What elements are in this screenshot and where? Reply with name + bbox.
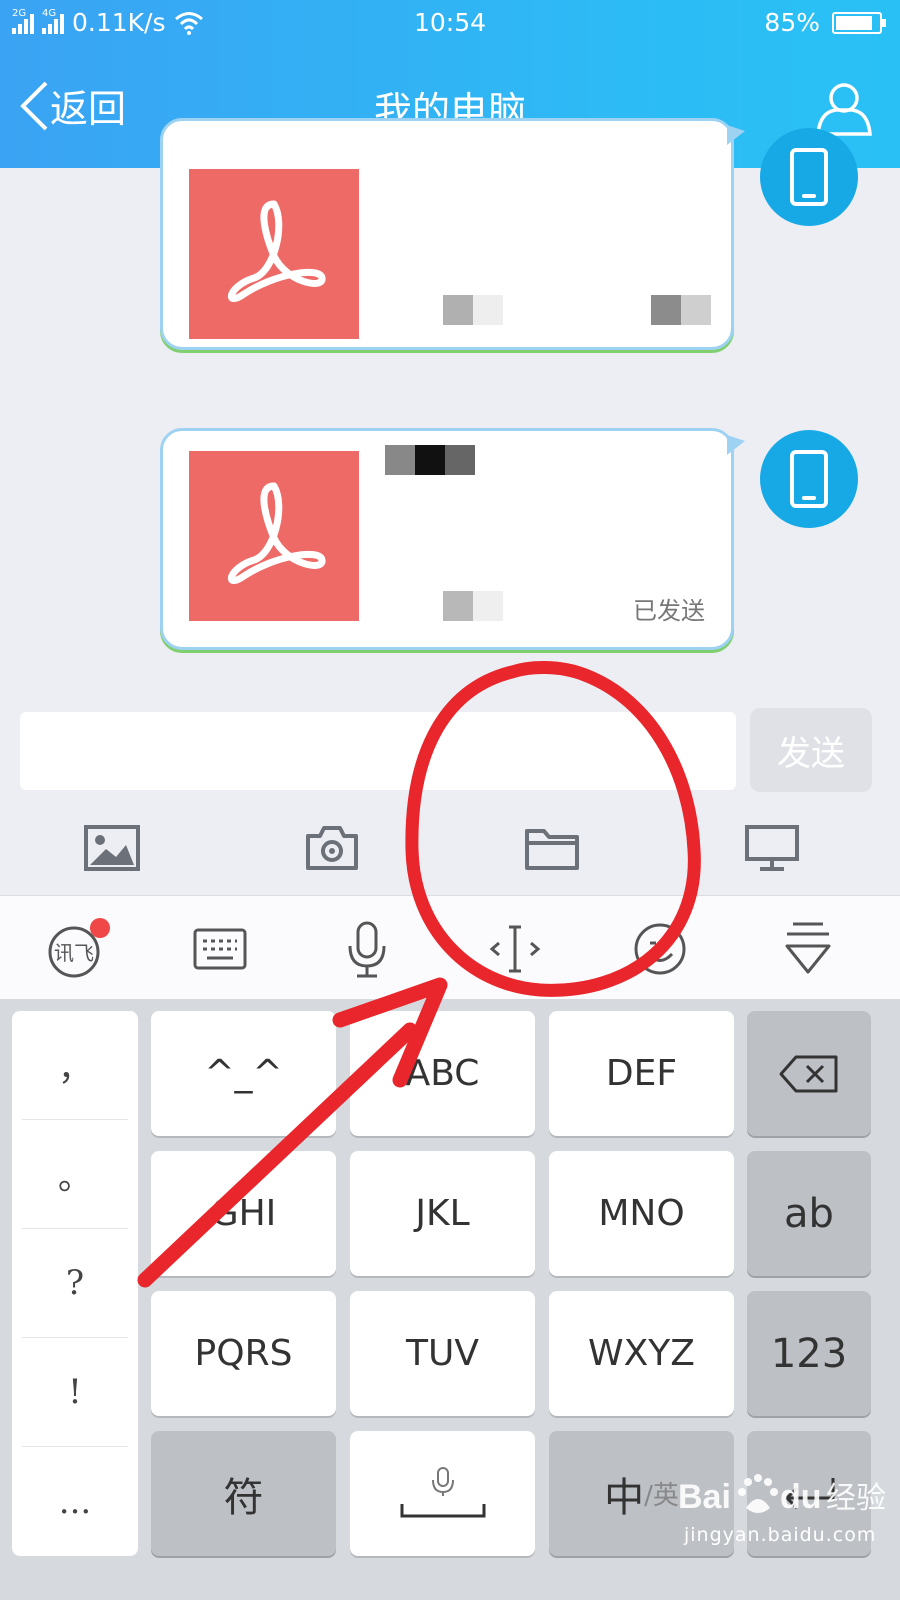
- xunfei-button[interactable]: 讯飞: [40, 914, 110, 984]
- t9-keyboard: ， 。 ? ! ... ^_^ ABC DEF GHI JKL MNO ab P…: [0, 999, 900, 1600]
- sender-avatar[interactable]: [760, 430, 858, 528]
- punctuation-column: ， 。 ? ! ...: [12, 1011, 138, 1556]
- cursor-icon: [489, 925, 541, 973]
- user-icon: [816, 83, 872, 136]
- hide-keyboard-button[interactable]: [773, 914, 843, 984]
- back-label: 返回: [50, 87, 127, 131]
- camera-button[interactable]: [282, 800, 382, 895]
- space-mic-icon: [400, 1466, 485, 1517]
- attachment-toolbar: [0, 800, 900, 895]
- message-status: 已发送: [633, 597, 705, 625]
- keyboard-toolbar: 讯飞: [0, 895, 900, 1000]
- enter-icon: [784, 1477, 835, 1509]
- key-def[interactable]: DEF: [549, 1011, 734, 1136]
- punct-exclaim-key[interactable]: !: [22, 1338, 128, 1447]
- chevron-left-icon: [20, 81, 48, 130]
- punct-comma-key[interactable]: ，: [22, 1011, 128, 1120]
- punct-ellipsis-key[interactable]: ...: [22, 1447, 128, 1556]
- message-input[interactable]: [20, 712, 736, 790]
- folder-icon: [525, 828, 579, 870]
- keyboard-switch-button[interactable]: [185, 914, 255, 984]
- hide-keyboard-icon: [785, 922, 831, 974]
- phone-icon: [790, 148, 828, 206]
- pdf-icon: [189, 169, 359, 339]
- folder-button[interactable]: [502, 800, 602, 895]
- image-icon: [84, 824, 140, 871]
- emoji-icon: [634, 923, 686, 975]
- punct-question-key[interactable]: ?: [22, 1229, 128, 1338]
- key-ghi[interactable]: GHI: [151, 1151, 336, 1276]
- camera-icon: [306, 825, 358, 870]
- key-abc[interactable]: ABC: [350, 1011, 535, 1136]
- send-button[interactable]: 发送: [750, 708, 872, 792]
- computer-button[interactable]: [722, 800, 822, 895]
- battery-percent: 85%: [764, 8, 820, 37]
- svg-text:讯飞: 讯飞: [54, 941, 94, 965]
- backspace-key[interactable]: [747, 1011, 871, 1136]
- keyboard-icon: [193, 928, 247, 970]
- phone-icon: [790, 450, 828, 508]
- key-symbols[interactable]: 符: [151, 1431, 336, 1556]
- profile-button[interactable]: [814, 78, 874, 138]
- enter-key[interactable]: [747, 1431, 871, 1556]
- key-tuv[interactable]: TUV: [350, 1291, 535, 1416]
- xunfei-icon: 讯飞: [48, 918, 110, 978]
- back-button[interactable]: 返回: [18, 78, 126, 133]
- status-bar: 2G 4G 0.11K/s 10:54 85%: [0, 0, 900, 46]
- voice-button[interactable]: [332, 914, 402, 984]
- emoji-button[interactable]: [625, 914, 695, 984]
- key-mno[interactable]: MNO: [549, 1151, 734, 1276]
- key-lang-switch[interactable]: 中/英: [549, 1431, 734, 1556]
- key-ab[interactable]: ab: [747, 1151, 871, 1276]
- microphone-icon: [348, 921, 386, 978]
- space-key[interactable]: [350, 1431, 535, 1556]
- computer-icon: [745, 824, 799, 871]
- punct-period-key[interactable]: 。: [22, 1120, 128, 1229]
- key-jkl[interactable]: JKL: [350, 1151, 535, 1276]
- key-emoticon[interactable]: ^_^: [151, 1011, 336, 1136]
- battery-icon: [832, 11, 886, 34]
- key-wxyz[interactable]: WXYZ: [549, 1291, 734, 1416]
- file-message[interactable]: 已发送: [160, 428, 745, 650]
- sender-avatar[interactable]: [760, 128, 858, 226]
- image-button[interactable]: [62, 800, 162, 895]
- key-123[interactable]: 123: [747, 1291, 871, 1416]
- backspace-icon: [779, 1055, 838, 1092]
- pdf-icon: [189, 451, 359, 621]
- key-pqrs[interactable]: PQRS: [151, 1291, 336, 1416]
- file-message[interactable]: [160, 118, 745, 350]
- cursor-button[interactable]: [480, 914, 550, 984]
